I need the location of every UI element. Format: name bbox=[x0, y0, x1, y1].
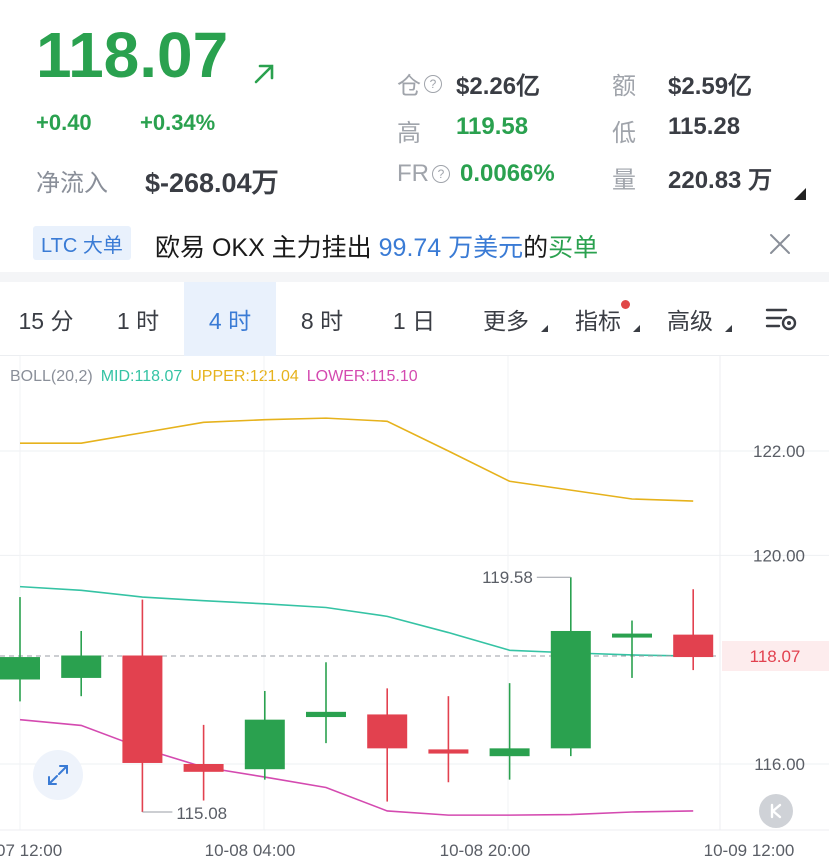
ticker-header: 118.07 +0.40 +0.34% 净流入 $-268.04万 仓 ? $2… bbox=[0, 0, 829, 210]
expand-chart-button[interactable] bbox=[33, 750, 83, 800]
low-value: 115.28 bbox=[668, 113, 741, 140]
boll-lower-line bbox=[19, 718, 694, 816]
tab-8h[interactable]: 8 时 bbox=[276, 282, 368, 356]
chart-settings-icon[interactable] bbox=[764, 304, 800, 334]
expand-caret-icon[interactable] bbox=[792, 186, 808, 202]
x-tick-label: 10-08 04:00 bbox=[205, 841, 296, 860]
netflow-label: 净流入 bbox=[36, 170, 108, 197]
volume-value: 220.83 万 bbox=[668, 167, 773, 194]
x-tick-label: 10-09 12:00 bbox=[704, 841, 795, 860]
candle-down bbox=[428, 749, 469, 754]
candle-up bbox=[0, 657, 40, 680]
k-button[interactable] bbox=[759, 794, 793, 828]
low-annotation: 115.08 bbox=[176, 804, 227, 823]
candle-down bbox=[183, 764, 224, 772]
candle-up bbox=[550, 630, 591, 749]
banner-message: 欧易 OKX 主力挂出 99.74 万美元的买单 bbox=[155, 234, 599, 262]
amount-value: $2.59亿 bbox=[668, 73, 753, 100]
amount-label: 额 bbox=[612, 73, 636, 100]
tab-indicators[interactable]: 指标 bbox=[552, 282, 644, 356]
volume-label: 量 bbox=[612, 167, 636, 194]
dropdown-triangle-icon bbox=[633, 325, 640, 332]
funding-rate-value: 0.0066% bbox=[460, 160, 555, 187]
notification-dot bbox=[621, 300, 630, 309]
y-tick-label: 122.00 bbox=[753, 442, 805, 461]
banner-amount: 99.74 万美元 bbox=[378, 234, 524, 262]
candle-up bbox=[244, 719, 285, 770]
candle-down bbox=[673, 634, 714, 658]
help-icon[interactable]: ? bbox=[432, 165, 450, 183]
tab-15m[interactable]: 15 分 bbox=[0, 282, 92, 356]
current-price-label: 118.07 bbox=[750, 647, 801, 666]
candle-up bbox=[61, 655, 102, 678]
high-label: 高 bbox=[397, 120, 421, 147]
large-order-tag: LTC 大单 bbox=[33, 226, 131, 260]
boll-mid-line bbox=[19, 585, 694, 657]
high-value: 119.58 bbox=[456, 113, 529, 140]
y-tick-label: 116.00 bbox=[754, 755, 805, 774]
candle-down bbox=[122, 655, 163, 763]
low-label: 低 bbox=[612, 120, 636, 147]
dropdown-triangle-icon bbox=[541, 325, 548, 332]
k-icon bbox=[770, 803, 782, 819]
open-interest-label[interactable]: 仓 ? bbox=[397, 66, 442, 101]
tab-1d[interactable]: 1 日 bbox=[368, 282, 460, 356]
price-change: +0.40 bbox=[36, 110, 92, 135]
funding-rate-label[interactable]: FR ? bbox=[397, 160, 450, 188]
candlestick-chart[interactable]: 122.00 120.00 116.00 118.07 119.58 115.08 07 1… bbox=[0, 356, 829, 867]
tab-1h[interactable]: 1 时 bbox=[92, 282, 184, 356]
high-annotation: 119.58 bbox=[482, 568, 533, 587]
tab-4h[interactable]: 4 时 bbox=[184, 282, 276, 356]
dropdown-triangle-icon bbox=[725, 325, 732, 332]
netflow-value: $-268.04万 bbox=[145, 168, 279, 198]
x-tick-label: 10-08 20:00 bbox=[440, 841, 531, 860]
last-price: 118.07 bbox=[36, 19, 229, 91]
tab-more[interactable]: 更多 bbox=[460, 282, 552, 356]
candle-down bbox=[367, 714, 408, 749]
tab-advanced[interactable]: 高级 bbox=[644, 282, 736, 356]
open-interest-value: $2.26亿 bbox=[456, 73, 541, 100]
section-divider bbox=[0, 272, 829, 282]
candle-up bbox=[612, 633, 652, 638]
banner-side: 买单 bbox=[548, 234, 599, 262]
price-change-pct: +0.34% bbox=[140, 110, 216, 135]
y-tick-label: 120.00 bbox=[753, 546, 805, 565]
fullscreen-icon bbox=[48, 765, 68, 785]
help-icon[interactable]: ? bbox=[424, 74, 442, 93]
boll-upper-line bbox=[20, 417, 694, 502]
candle-up bbox=[489, 748, 530, 757]
arrow-up-right-icon bbox=[254, 64, 274, 84]
close-icon[interactable] bbox=[766, 230, 794, 258]
x-tick-label: 07 12:00 bbox=[0, 841, 62, 860]
candle-up bbox=[306, 711, 346, 718]
